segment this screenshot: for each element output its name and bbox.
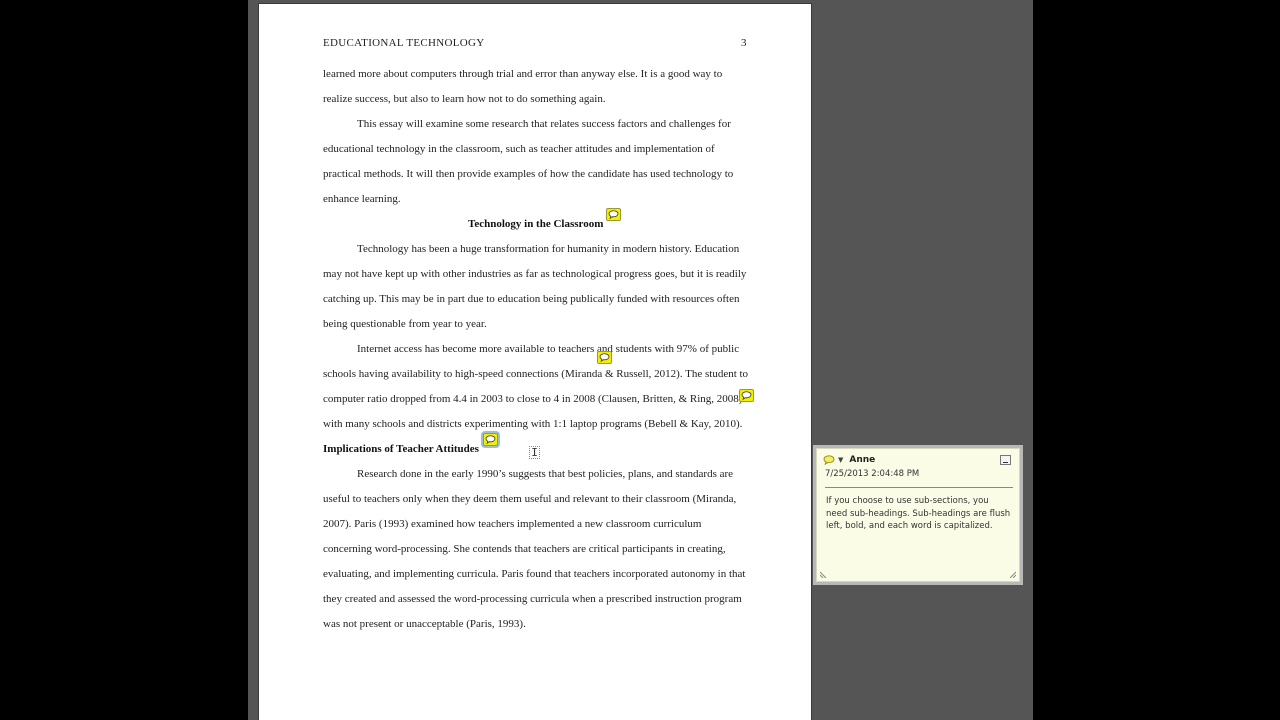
subsection-heading: Implications of Teacher Attitudes (323, 443, 479, 455)
text-line: Research done in the early 1990’s sugges… (357, 468, 734, 480)
document-page[interactable] (259, 4, 811, 720)
text-line: concerning word-processing. She contends… (323, 543, 726, 555)
text-line: Internet access has become more availabl… (357, 343, 740, 355)
comment-popup-header[interactable]: ▼ Anne (823, 455, 875, 465)
comment-text[interactable]: If you choose to use sub-sections, you n… (826, 495, 1011, 533)
comment-icon (823, 455, 835, 465)
text-line: enhance learning. (323, 193, 401, 205)
text-line: Technology has been a huge transformatio… (357, 243, 740, 255)
text-line: practical methods. It will then provide … (323, 168, 734, 180)
text-line: being questionable from year to year. (323, 318, 487, 330)
page-number: 3 (741, 37, 747, 49)
text-line: may not have kept up with other industri… (323, 268, 747, 280)
comment-marker-icon[interactable] (739, 389, 754, 402)
comment-popup[interactable]: ▼ Anne 7/25/2013 2:04:48 PM If you choos… (813, 445, 1023, 585)
section-heading: Technology in the Classroom (468, 218, 604, 230)
text-line: learned more about computers through tri… (323, 68, 723, 80)
comment-date: 7/25/2013 2:04:48 PM (825, 469, 920, 479)
text-line: with many schools and districts experime… (323, 418, 743, 430)
resize-grip-left-icon[interactable] (820, 570, 828, 578)
comment-author: Anne (849, 455, 876, 465)
divider (825, 487, 1013, 488)
comment-popup-body[interactable]: ▼ Anne 7/25/2013 2:04:48 PM If you choos… (816, 448, 1020, 582)
text-line: schools having availability to high-spee… (323, 368, 749, 380)
text-cursor-icon: I (529, 446, 540, 459)
text-line: was not present or unacceptable (Paris, … (323, 618, 526, 630)
text-line: evaluating, and implementing curricula. … (323, 568, 746, 580)
text-line: catching up. This may be in part due to … (323, 293, 740, 305)
text-line: 2007). Paris (1993) examined how teacher… (323, 518, 702, 530)
text-line: This essay will examine some research th… (357, 118, 731, 130)
comment-marker-icon[interactable] (606, 208, 621, 221)
text-line: computer ratio dropped from 4.4 in 2003 … (323, 393, 743, 405)
comment-marker-icon[interactable] (597, 351, 612, 364)
comment-marker-icon-selected[interactable] (483, 433, 498, 446)
options-dropdown-icon[interactable]: ▼ (838, 456, 843, 464)
running-head: EDUCATIONAL TECHNOLOGY (323, 37, 485, 49)
text-line: educational technology in the classroom,… (323, 143, 715, 155)
minimize-button[interactable] (1000, 455, 1011, 465)
text-line: realize success, but also to learn how n… (323, 93, 606, 105)
resize-grip-right-icon[interactable] (1008, 570, 1016, 578)
text-line: useful to teachers only when they deem t… (323, 493, 737, 505)
text-line: they created and assessed the word-proce… (323, 593, 742, 605)
